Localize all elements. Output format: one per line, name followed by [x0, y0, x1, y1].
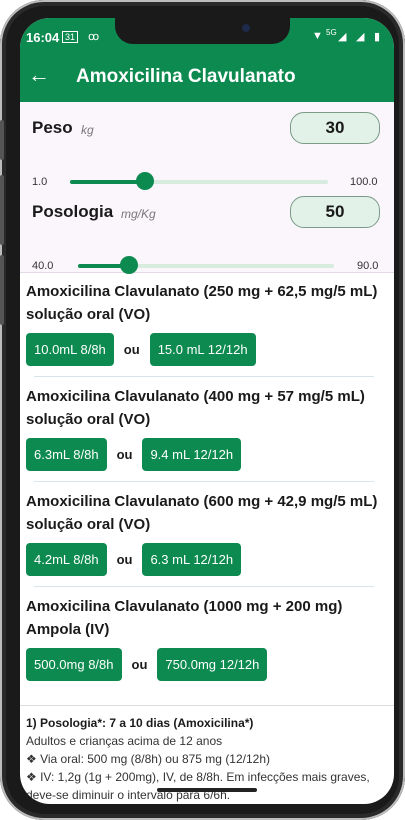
dose-8h-button[interactable]: 4.2mL 8/8h — [26, 542, 107, 576]
network-label: 5G — [326, 28, 337, 37]
camera-icon — [242, 24, 250, 32]
notes-title: 1) Posologia*: 7 a 10 dias (Amoxicilina*… — [26, 716, 254, 730]
battery-icon: ▮ — [374, 31, 381, 43]
posologia-unit: mg/Kg — [121, 207, 156, 221]
dose-row: 4.2mL 8/8h ou 6.3 mL 12/12h — [26, 542, 388, 576]
wifi-icon: ▼ — [312, 30, 323, 42]
or-label: ou — [123, 341, 140, 357]
presentation-title: Amoxicilina Clavulanato (250 mg + 62,5 m… — [26, 283, 378, 323]
dose-row: 6.3mL 8/8h ou 9.4 mL 12/12h — [26, 437, 388, 471]
peso-unit: kg — [81, 123, 94, 137]
peso-value-field[interactable]: 30 — [290, 112, 380, 144]
presentation-list: Amoxicilina Clavulanato (250 mg + 62,5 m… — [20, 272, 394, 691]
posologia-value-field[interactable]: 50 — [290, 196, 380, 228]
notes-line: ❖ IV: 1,2g (1g + 200mg), IV, de 8/8h. Em… — [26, 770, 370, 802]
dose-12h-button[interactable]: 9.4 mL 12/12h — [142, 437, 242, 471]
peso-min: 1.0 — [32, 176, 48, 188]
list-item: Amoxicilina Clavulanato (600 mg + 42,9 m… — [20, 482, 394, 586]
calendar-icon: 31 — [62, 31, 79, 43]
home-indicator[interactable] — [157, 788, 257, 792]
peso-slider[interactable] — [70, 172, 328, 190]
peso-max: 100.0 — [350, 176, 378, 188]
list-item: Amoxicilina Clavulanato (400 mg + 57 mg/… — [20, 377, 394, 481]
peso-label: Peso — [32, 118, 73, 137]
signal-icon-2: ◢ — [356, 31, 365, 43]
peso-slider-fill — [70, 180, 145, 184]
volume-button — [0, 120, 4, 160]
peso-slider-thumb[interactable] — [135, 172, 154, 190]
dose-row: 10.0mL 8/8h ou 15.0 mL 12/12h — [26, 332, 388, 366]
dose-8h-button[interactable]: 6.3mL 8/8h — [26, 437, 107, 471]
voicemail-icon: ꝏ — [88, 31, 100, 43]
status-time: 16:04 — [26, 30, 60, 45]
dose-12h-button[interactable]: 15.0 mL 12/12h — [149, 332, 256, 366]
volume-button-2 — [0, 175, 4, 245]
app-bar: ← Amoxicilina Clavulanato — [20, 54, 394, 102]
power-button — [0, 255, 4, 325]
notes-line: ❖ Via oral: 500 mg (8/8h) ou 875 mg (12/… — [26, 752, 271, 766]
or-label: ou — [131, 656, 148, 672]
posologia-slider[interactable] — [78, 256, 334, 274]
list-item: Amoxicilina Clavulanato (1000 mg + 200 m… — [20, 587, 394, 691]
dose-8h-button[interactable]: 10.0mL 8/8h — [26, 332, 114, 366]
presentation-title: Amoxicilina Clavulanato (600 mg + 42,9 m… — [26, 493, 378, 533]
posologia-min: 40.0 — [32, 260, 54, 272]
dose-12h-button[interactable]: 750.0mg 12/12h — [157, 647, 268, 681]
screen: 16:04 31 ꝏ ▼ 5G ◢ ◢ ▮ ← Amoxicilina Clav… — [20, 18, 394, 804]
list-item: Amoxicilina Clavulanato (250 mg + 62,5 m… — [20, 272, 394, 376]
back-arrow-icon[interactable]: ← — [28, 64, 50, 86]
presentation-title: Amoxicilina Clavulanato (400 mg + 57 mg/… — [26, 388, 365, 428]
dose-12h-button[interactable]: 6.3 mL 12/12h — [142, 542, 242, 576]
presentation-title: Amoxicilina Clavulanato (1000 mg + 200 m… — [26, 598, 343, 638]
notes-line: Adultos e crianças acima de 12 anos — [26, 734, 223, 748]
or-label: ou — [116, 446, 133, 462]
or-label: ou — [116, 551, 133, 567]
posologia-label: Posologia — [32, 202, 114, 221]
signal-icon: ◢ — [338, 31, 347, 43]
posologia-max: 90.0 — [357, 260, 379, 272]
dose-8h-button[interactable]: 500.0mg 8/8h — [26, 647, 122, 681]
notch — [115, 18, 290, 44]
dose-controls-panel: Peso kg 30 1.0 100.0 Posologia mg/Kg 50 … — [20, 102, 394, 274]
page-title: Amoxicilina Clavulanato — [76, 66, 296, 87]
dose-row: 500.0mg 8/8h ou 750.0mg 12/12h — [26, 647, 388, 681]
